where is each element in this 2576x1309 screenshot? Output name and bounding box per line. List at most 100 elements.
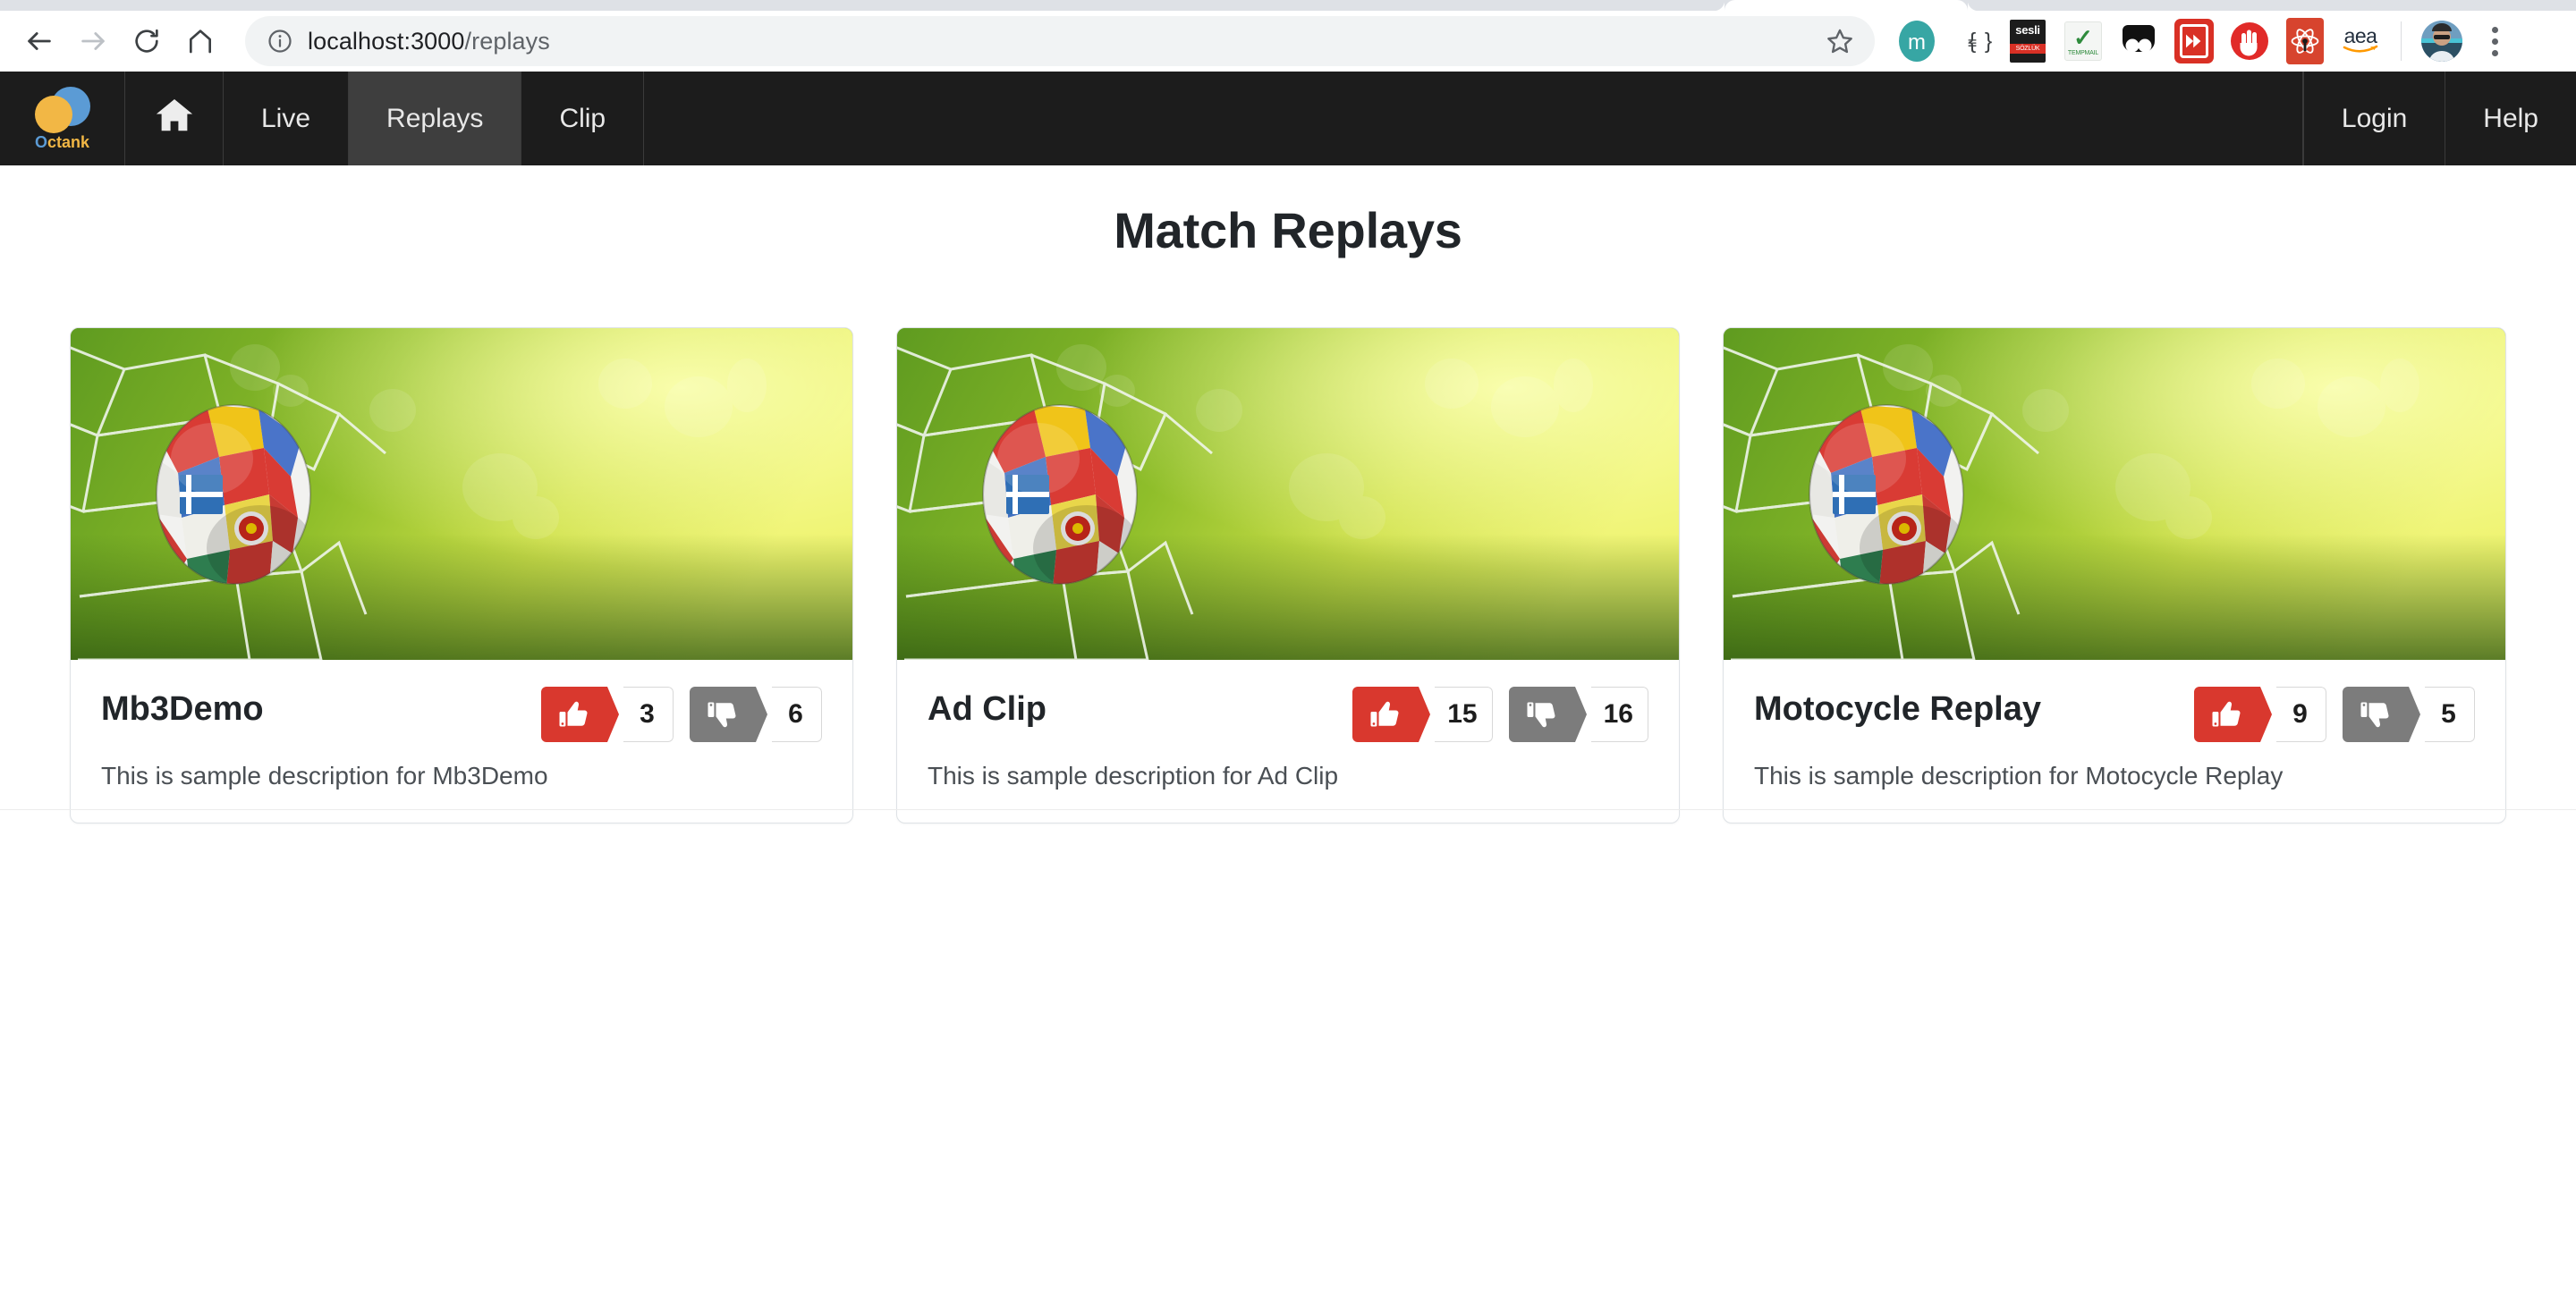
content-bottom-divider (0, 809, 2576, 810)
nav-item-label: Clip (559, 103, 606, 133)
back-arrow-icon (24, 26, 55, 56)
octank-logo-text: Octank (34, 133, 90, 151)
profile-avatar[interactable] (2414, 13, 2470, 69)
address-bar[interactable]: localhost:3000/replays (245, 16, 1875, 66)
replay-thumbnail[interactable] (71, 328, 852, 660)
nav-item-help[interactable]: Help (2445, 72, 2576, 165)
like-count: 9 (2275, 687, 2326, 742)
browser-tab-strip (0, 0, 2576, 11)
nav-item-login[interactable]: Login (2302, 72, 2445, 165)
sesli-sozluk-extension-icon[interactable]: sesli SÖZLÜK (2000, 13, 2055, 69)
browser-extensions-strip: m { ≡ } sesli SÖZLÜK ✓ TEMPMAIL aea (1889, 11, 2529, 72)
url-host: localhost:3000 (308, 27, 465, 55)
url-path: /replays (464, 27, 550, 55)
vote-controls: 3 6 (541, 687, 822, 742)
sesli-top-label: sesli (2015, 23, 2040, 37)
react-devtools-extension-icon[interactable] (2277, 13, 2333, 69)
thumbs-down-icon (1508, 687, 1575, 742)
vote-controls: 9 5 (2194, 687, 2475, 742)
nav-item-home[interactable] (125, 72, 224, 165)
app-navbar: Octank Live Replays Clip Login Help (0, 72, 2576, 165)
replay-card-title: Mb3Demo (101, 690, 264, 728)
thumbs-up-icon (1352, 687, 1419, 742)
back-button[interactable] (13, 14, 66, 68)
nav-item-label: Replays (386, 103, 484, 133)
json-formatter-extension-icon[interactable]: { ≡ } (1945, 13, 2000, 69)
replay-card[interactable]: Motocycle Replay 9 5 This is sample desc… (1723, 327, 2506, 824)
badge-notch-filler (2259, 687, 2275, 742)
amazon-assistant-extension-icon[interactable]: aea (2333, 13, 2388, 69)
replay-card-title: Motocycle Replay (1754, 690, 2041, 728)
page-content: Match Replays Mb3Demo 3 6 This is sample… (0, 165, 2576, 1309)
replay-card-grid: Mb3Demo 3 6 This is sample description f… (70, 327, 2506, 824)
info-circle-icon[interactable] (265, 26, 295, 56)
browser-toolbar: localhost:3000/replays m { ≡ } sesli SÖZ (0, 11, 2576, 72)
badge-notch-filler (755, 687, 770, 742)
replay-thumbnail[interactable] (897, 328, 1679, 660)
nav-item-clip[interactable]: Clip (521, 72, 645, 165)
toolbar-divider (2401, 21, 2402, 61)
dislike-button[interactable]: 6 (690, 687, 822, 742)
monica-extension-icon[interactable]: m (1889, 13, 1945, 69)
tempmail-label: TEMPMAIL (2067, 50, 2099, 56)
address-bar-url: localhost:3000/replays (308, 28, 1818, 55)
replay-thumbnail[interactable] (1724, 328, 2505, 660)
nav-item-label: Live (261, 103, 311, 133)
dislike-count: 6 (770, 687, 822, 742)
thumbs-up-icon (2194, 687, 2260, 742)
octank-logo[interactable]: Octank (0, 72, 125, 165)
sesli-bottom-label: SÖZLÜK (2010, 44, 2046, 54)
aea-label: aea (2343, 23, 2377, 47)
thumbs-down-icon (2343, 687, 2409, 742)
reload-icon (132, 27, 161, 55)
like-button[interactable]: 3 (541, 687, 674, 742)
kebab-menu-icon[interactable] (2470, 14, 2520, 68)
page-title: Match Replays (1114, 202, 1462, 258)
tempmail-extension-icon[interactable]: ✓ TEMPMAIL (2055, 13, 2111, 69)
nav-item-replays[interactable]: Replays (349, 72, 522, 165)
nav-item-live[interactable]: Live (224, 72, 350, 165)
replay-card-body: Ad Clip 15 16 This is sample description… (897, 660, 1679, 823)
browser-active-tab[interactable] (1714, 0, 1979, 11)
navbar-right-group: Login Help (2302, 72, 2576, 165)
octank-logo-mark (34, 87, 90, 133)
replay-card-body: Motocycle Replay 9 5 This is sample desc… (1724, 660, 2505, 823)
svg-text:}: } (1985, 29, 1992, 54)
replay-card-description: This is sample description for Motocycle… (1754, 762, 2284, 790)
dislike-button[interactable]: 5 (2343, 687, 2475, 742)
home-icon (186, 27, 215, 55)
badge-notch-filler (1418, 687, 1434, 742)
forward-button[interactable] (66, 14, 120, 68)
svg-text:≡: ≡ (1968, 34, 1978, 52)
dislike-button[interactable]: 16 (1508, 687, 1648, 742)
video-speed-extension-icon[interactable] (2166, 13, 2222, 69)
like-count: 15 (1433, 687, 1493, 742)
badge-notch-filler (606, 687, 622, 742)
reload-button[interactable] (120, 14, 174, 68)
replay-card-title: Ad Clip (928, 690, 1046, 728)
replay-card-body: Mb3Demo 3 6 This is sample description f… (71, 660, 852, 823)
replay-card-description: This is sample description for Mb3Demo (101, 762, 548, 790)
like-button[interactable]: 9 (2194, 687, 2326, 742)
like-button[interactable]: 15 (1352, 687, 1493, 742)
vote-controls: 15 16 (1352, 687, 1648, 742)
dark-reader-extension-icon[interactable] (2111, 13, 2166, 69)
like-count: 3 (622, 687, 674, 742)
replay-card-description: This is sample description for Ad Clip (928, 762, 1339, 790)
bookmark-star-icon[interactable] (1818, 19, 1862, 63)
home-icon (154, 95, 195, 143)
checkmark-icon: ✓ (2073, 24, 2093, 51)
replay-card[interactable]: Mb3Demo 3 6 This is sample description f… (70, 327, 853, 824)
navbar-spacer (644, 72, 2303, 165)
adblock-extension-icon[interactable] (2222, 13, 2277, 69)
replay-card[interactable]: Ad Clip 15 16 This is sample description… (896, 327, 1680, 824)
thumbs-down-icon (690, 687, 756, 742)
browser-home-button[interactable] (174, 14, 227, 68)
dislike-count: 5 (2423, 687, 2475, 742)
thumbs-up-icon (541, 687, 607, 742)
nav-item-label: Help (2483, 103, 2538, 133)
svg-text:m: m (1908, 30, 1926, 55)
badge-notch-filler (2408, 687, 2423, 742)
badge-notch-filler (1573, 687, 1589, 742)
nav-item-label: Login (2341, 103, 2408, 133)
